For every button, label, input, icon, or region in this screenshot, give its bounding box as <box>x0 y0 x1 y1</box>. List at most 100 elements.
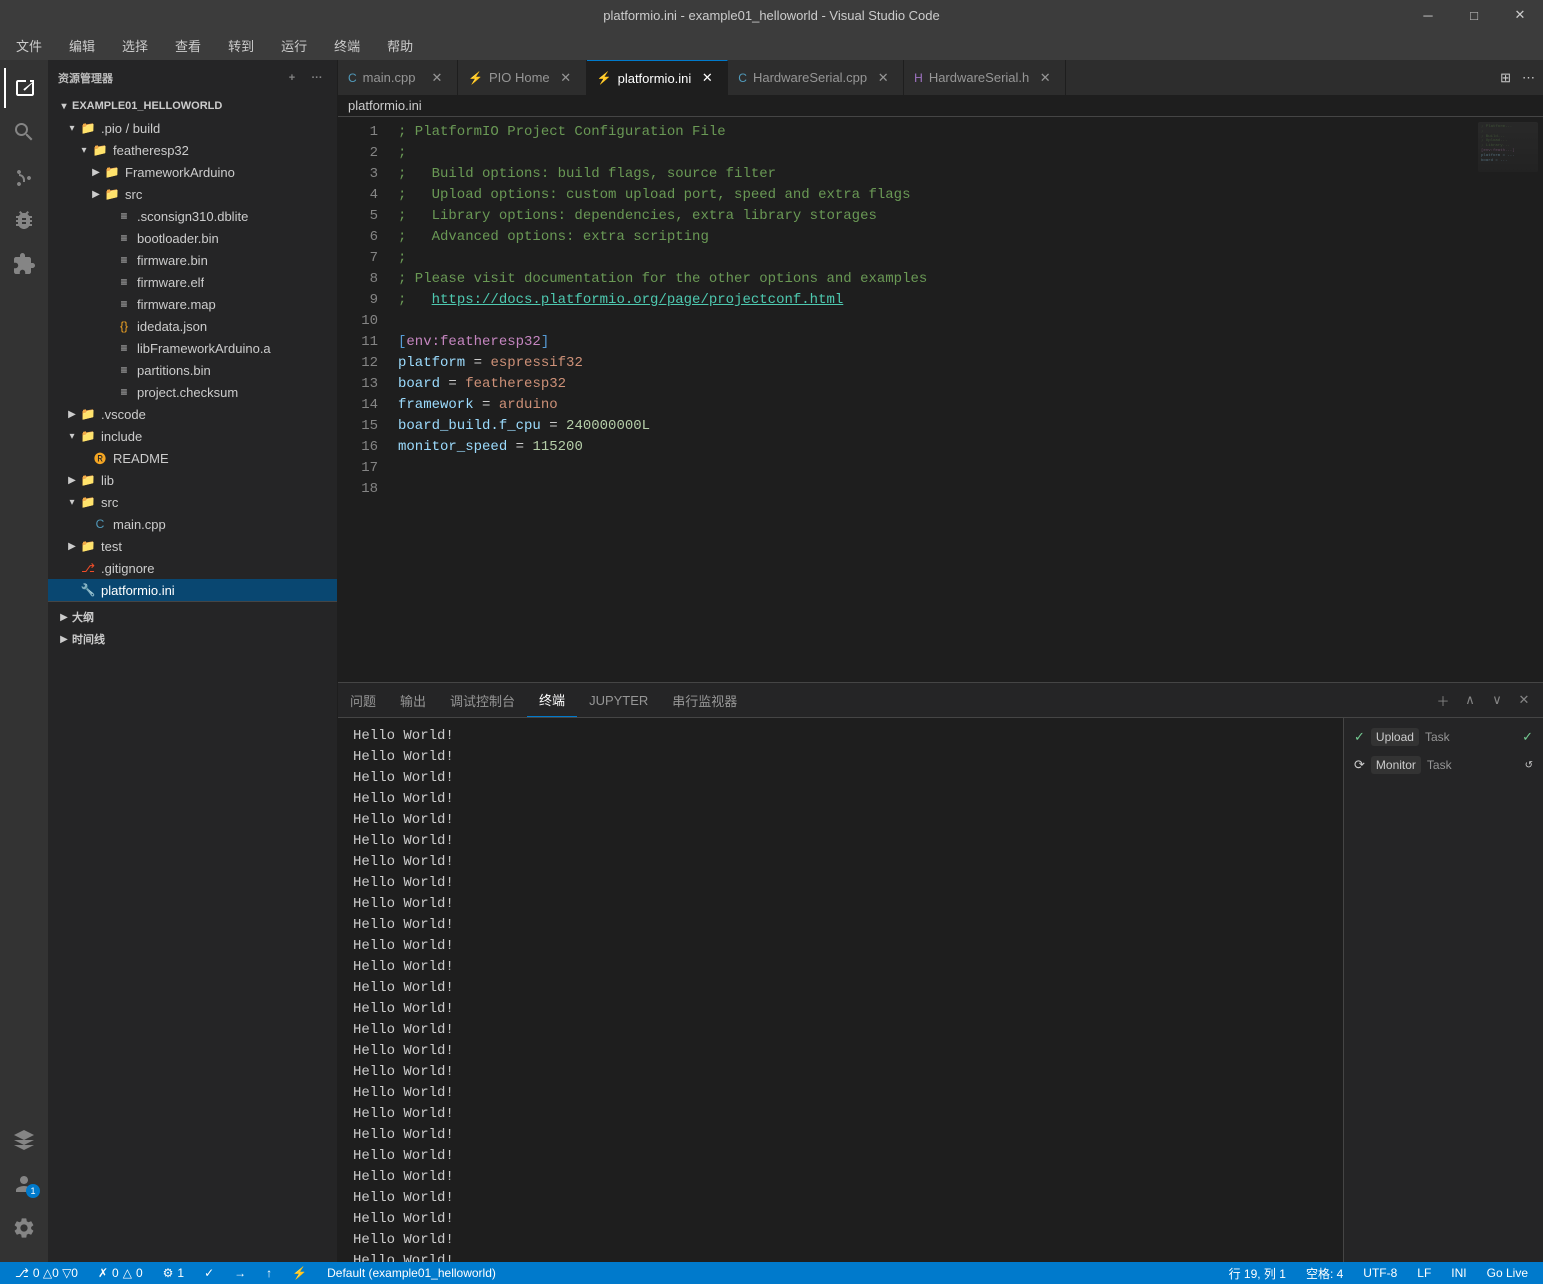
tab-close-icon[interactable]: ✕ <box>697 68 717 88</box>
tree-item-timeline[interactable]: ▶ 时间线 <box>48 628 337 650</box>
minimize-button[interactable]: ─ <box>1405 0 1451 30</box>
status-left: ⎇ 0 △0 ▽0 ✗ 0 △ 0 ⚙ 1 ✓ → ↑ ⚡ Default (e… <box>0 1262 511 1284</box>
tab-main-cpp[interactable]: C main.cpp ✕ <box>338 60 458 95</box>
status-line-col[interactable]: 行 19, 列 1 <box>1224 1262 1291 1284</box>
tree-label: libFrameworkArduino.a <box>137 341 271 356</box>
tree-item-readme[interactable]: ▶ 🅡 README <box>48 447 337 469</box>
tree-label: firmware.bin <box>137 253 208 268</box>
tree-item-firmware-map[interactable]: ▶ ≡ firmware.map <box>48 293 337 315</box>
tab-close-icon[interactable]: ✕ <box>1035 68 1055 88</box>
menu-terminal[interactable]: 终端 <box>328 34 366 57</box>
activity-debug[interactable] <box>4 200 44 240</box>
menu-view[interactable]: 查看 <box>169 34 207 57</box>
terminal-tab-output[interactable]: 输出 <box>388 683 438 717</box>
tree-item-checksum[interactable]: ▶ ≡ project.checksum <box>48 381 337 403</box>
tree-item-vscode[interactable]: ▶ 📁 .vscode <box>48 403 337 425</box>
status-pio[interactable]: ⚙ 1 <box>158 1262 189 1284</box>
status-encoding[interactable]: UTF-8 <box>1358 1262 1402 1284</box>
tree-item-main-cpp[interactable]: ▶ C main.cpp <box>48 513 337 535</box>
tree-item-partitions[interactable]: ▶ ≡ partitions.bin <box>48 359 337 381</box>
tree-item-pio-build[interactable]: ▾ 📁 .pio / build <box>48 117 337 139</box>
tree-item-test[interactable]: ▶ 📁 test <box>48 535 337 557</box>
terminal-line: Hello World! <box>353 1251 1328 1262</box>
menu-help[interactable]: 帮助 <box>381 34 419 57</box>
split-editor-icon[interactable]: ⊞ <box>1497 67 1514 89</box>
tab-pio-home[interactable]: ⚡ PIO Home ✕ <box>458 60 587 95</box>
menu-run[interactable]: 运行 <box>275 34 313 57</box>
status-errors[interactable]: ✗ 0 △ 0 <box>93 1262 148 1284</box>
terminal-tab-serial[interactable]: 串行监视器 <box>660 683 749 717</box>
activity-explorer[interactable] <box>4 68 44 108</box>
project-root[interactable]: ▾ EXAMPLE01_HELLOWORLD <box>48 95 337 117</box>
tab-hardwareserial-h[interactable]: H HardwareSerial.h ✕ <box>904 60 1066 95</box>
tree-item-idedata[interactable]: ▶ {} idedata.json <box>48 315 337 337</box>
tree-item-libframework[interactable]: ▶ ≡ libFrameworkArduino.a <box>48 337 337 359</box>
status-upload[interactable]: ↑ <box>261 1262 277 1284</box>
tab-close-icon[interactable]: ✕ <box>427 68 447 88</box>
tab-platformio-ini[interactable]: ⚡ platformio.ini ✕ <box>587 60 729 95</box>
new-file-icon[interactable]: + <box>282 68 302 88</box>
upload-task-item[interactable]: ✓ Upload Task ✓ <box>1344 723 1543 751</box>
add-terminal-icon[interactable]: ＋ <box>1432 689 1454 711</box>
tree-item-firmware-elf[interactable]: ▶ ≡ firmware.elf <box>48 271 337 293</box>
golive-text: Go Live <box>1487 1266 1528 1280</box>
chevron-up-icon[interactable]: ∧ <box>1459 689 1481 711</box>
close-button[interactable]: ✕ <box>1497 0 1543 30</box>
status-golive[interactable]: Go Live <box>1482 1262 1533 1284</box>
file-icon: ≡ <box>116 274 132 290</box>
status-indent[interactable]: 空格: 4 <box>1301 1262 1348 1284</box>
status-check[interactable]: ✓ <box>199 1262 219 1284</box>
terminal-tab-problems[interactable]: 问题 <box>338 683 388 717</box>
menu-edit[interactable]: 编辑 <box>63 34 101 57</box>
task-done-icon: ✓ <box>1354 729 1365 745</box>
menu-file[interactable]: 文件 <box>10 34 48 57</box>
tree-item-include[interactable]: ▾ 📁 include <box>48 425 337 447</box>
chevron-down-icon[interactable]: ∨ <box>1486 689 1508 711</box>
tree-item-framework[interactable]: ▶ 📁 FrameworkArduino <box>48 161 337 183</box>
status-eol[interactable]: LF <box>1412 1262 1436 1284</box>
tree-label: src <box>125 187 142 202</box>
tree-item-sconsign[interactable]: ▶ ≡ .sconsign310.dblite <box>48 205 337 227</box>
activity-settings[interactable] <box>4 1208 44 1248</box>
tree-item-gitignore[interactable]: ▶ ⎇ .gitignore <box>48 557 337 579</box>
terminal-tab-debug[interactable]: 调试控制台 <box>438 683 527 717</box>
terminal-line: Hello World! <box>353 894 1328 915</box>
status-language[interactable]: INI <box>1446 1262 1471 1284</box>
tree-item-src-inner[interactable]: ▶ 📁 src <box>48 183 337 205</box>
indent-text: 空格: 4 <box>1306 1265 1343 1282</box>
tab-hardwareserial-cpp[interactable]: C HardwareSerial.cpp ✕ <box>728 60 904 95</box>
tree-item-src[interactable]: ▾ 📁 src <box>48 491 337 513</box>
tab-close-icon[interactable]: ✕ <box>873 68 893 88</box>
status-default-project[interactable]: Default (example01_helloworld) <box>322 1262 501 1284</box>
status-git[interactable]: ⎇ 0 △0 ▽0 <box>10 1262 83 1284</box>
status-arrow[interactable]: → <box>229 1262 251 1284</box>
activity-search[interactable] <box>4 112 44 152</box>
code-editor[interactable]: 12345 678910 1112131415 161718 ; Platfor… <box>338 117 1543 682</box>
status-lightning[interactable]: ⚡ <box>287 1262 312 1284</box>
tree-item-firmware-bin[interactable]: ▶ ≡ firmware.bin <box>48 249 337 271</box>
tree-item-featheresp32[interactable]: ▾ 📁 featheresp32 <box>48 139 337 161</box>
terminal-tab-jupyter[interactable]: JUPYTER <box>577 683 660 717</box>
monitor-task-item[interactable]: ⟳ Monitor Task ↺ <box>1344 751 1543 779</box>
terminal-output[interactable]: Hello World!Hello World!Hello World!Hell… <box>338 718 1343 1262</box>
tab-close-icon[interactable]: ✕ <box>556 68 576 88</box>
more-tabs-icon[interactable]: ⋯ <box>1519 67 1538 89</box>
code-area[interactable]: ; PlatformIO Project Configuration File … <box>388 117 1463 682</box>
tree-item-outline[interactable]: ▶ 大纲 <box>48 606 337 628</box>
terminal-line: Hello World! <box>353 1104 1328 1125</box>
tree-item-lib[interactable]: ▶ 📁 lib <box>48 469 337 491</box>
activity-account[interactable]: 1 <box>4 1164 44 1204</box>
maximize-button[interactable]: □ <box>1451 0 1497 30</box>
tree-item-bootloader[interactable]: ▶ ≡ bootloader.bin <box>48 227 337 249</box>
close-terminal-icon[interactable]: ✕ <box>1513 689 1535 711</box>
menu-goto[interactable]: 转到 <box>222 34 260 57</box>
terminal-tab-terminal[interactable]: 终端 <box>527 683 577 717</box>
activity-source-control[interactable] <box>4 156 44 196</box>
project-name: EXAMPLE01_HELLOWORLD <box>72 100 222 112</box>
activity-pio[interactable] <box>4 1120 44 1160</box>
tree-item-platformio-ini[interactable]: ▶ 🔧 platformio.ini <box>48 579 337 601</box>
activity-extensions[interactable] <box>4 244 44 284</box>
tree-label: test <box>101 539 122 554</box>
menu-select[interactable]: 选择 <box>116 34 154 57</box>
more-actions-icon[interactable]: ··· <box>307 68 327 88</box>
